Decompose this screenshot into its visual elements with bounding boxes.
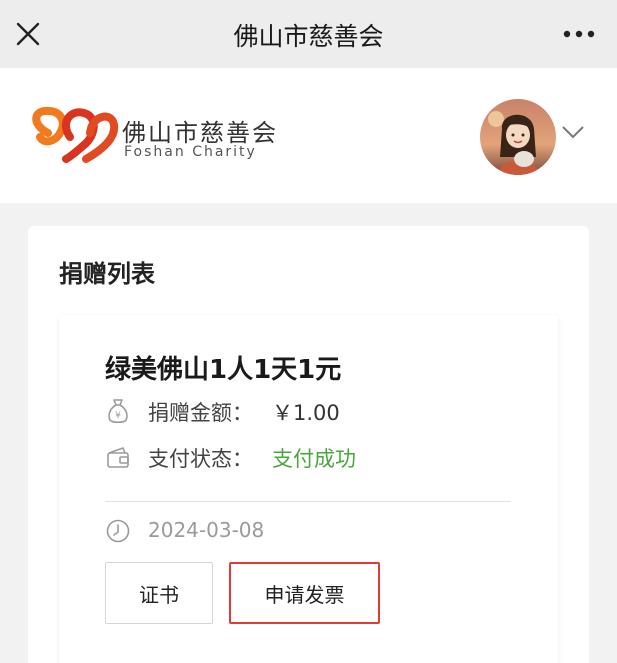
donation-list-title: 捐赠列表	[59, 260, 155, 288]
logo-english-name: Foshan Charity	[124, 144, 257, 160]
project-name: 绿美佛山1人1天1元	[105, 355, 342, 385]
chevron-down-icon[interactable]	[559, 120, 587, 144]
page-title: 佛山市慈善会	[233, 22, 384, 51]
amount-label: 捐赠金额：	[148, 401, 253, 425]
more-dots-icon[interactable]	[561, 22, 597, 46]
certificate-button[interactable]: 证书	[105, 562, 213, 624]
payment-status-value: 支付成功	[272, 447, 356, 471]
payment-status-label: 支付状态：	[148, 447, 253, 471]
top-nav-bar: 佛山市慈善会	[0, 0, 617, 68]
card-divider	[105, 501, 511, 502]
apply-invoice-button[interactable]: 申请发票	[229, 562, 380, 624]
clock-icon	[106, 519, 130, 543]
logo-chinese-name: 佛山市慈善会	[122, 119, 278, 147]
donation-date: 2024-03-08	[148, 518, 265, 542]
close-icon[interactable]	[14, 20, 42, 48]
amount-value: ￥1.00	[272, 401, 340, 425]
money-bag-icon: ¥	[108, 399, 128, 424]
wallet-icon	[107, 447, 129, 468]
svg-text:¥: ¥	[115, 411, 121, 421]
user-avatar[interactable]	[480, 99, 556, 175]
